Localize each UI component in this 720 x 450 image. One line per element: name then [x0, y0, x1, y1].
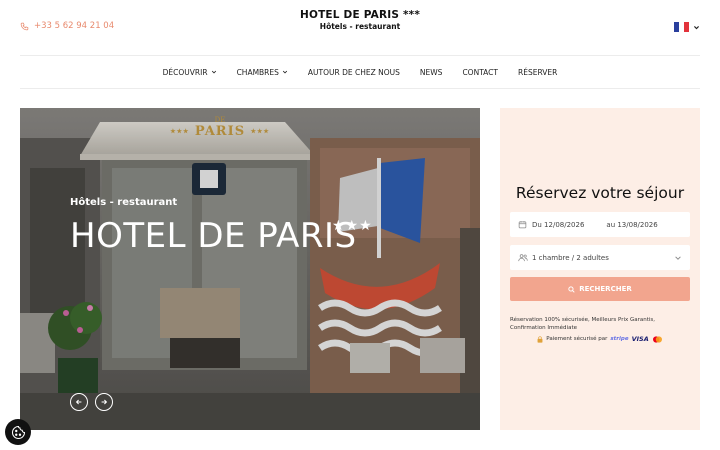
nav-item-autour[interactable]: AUTOUR DE CHEZ NOUS: [308, 68, 400, 77]
stripe-logo: stripe: [610, 336, 629, 342]
calendar-icon: [518, 221, 527, 229]
next-slide-button[interactable]: [95, 393, 113, 411]
nav-item-contact[interactable]: CONTACT: [462, 68, 498, 77]
prev-slide-button[interactable]: [70, 393, 88, 411]
nav-label: RÉSERVER: [518, 67, 558, 77]
search-button[interactable]: RECHERCHER: [510, 277, 690, 301]
secure-note: Réservation 100% sécurisée, Meilleurs Pr…: [510, 317, 656, 331]
main-nav: DÉCOUVRIR CHAMBRES AUTOUR DE CHEZ NOUS N…: [0, 56, 720, 88]
nav-item-news[interactable]: NEWS: [420, 68, 443, 77]
nav-label: AUTOUR DE CHEZ NOUS: [307, 67, 400, 77]
chevron-down-icon: [282, 70, 288, 74]
date-range-field[interactable]: Du 12/08/2026 au 13/08/2026: [510, 212, 690, 237]
people-icon: [518, 254, 528, 262]
sign-paris-text: PARIS: [194, 124, 246, 139]
nav-label: NEWS: [419, 67, 443, 77]
booking-title: Réservez votre séjour: [515, 184, 685, 202]
guests-value: 1 chambre / 2 adultes: [532, 253, 609, 262]
nav-item-reserver[interactable]: RÉSERVER: [518, 68, 557, 77]
nav-label: CONTACT: [462, 67, 499, 77]
fr-flag-icon: [674, 22, 689, 32]
mastercard-icon: [652, 335, 662, 343]
visa-logo: VISA: [631, 335, 649, 343]
arrow-left-icon: [75, 399, 82, 405]
brand-title: HOTEL DE PARIS ***: [299, 9, 421, 21]
date-from: Du 12/08/2026: [532, 220, 585, 229]
cookie-settings-button[interactable]: [5, 419, 31, 445]
date-to: au 13/08/2026: [606, 220, 658, 229]
sign-stars-left: ★★★: [170, 128, 190, 135]
hero-subtitle: Hôtels - restaurant: [70, 197, 178, 208]
hero-photo: [20, 108, 480, 430]
sign-stars-right: ★★★: [250, 128, 270, 135]
payment-info: Paiement sécurisé par stripe VISA: [500, 335, 700, 343]
lock-icon: [537, 335, 543, 343]
top-header: +33 5 62 94 21 04 HOTEL DE PARIS *** Hôt…: [0, 0, 720, 56]
search-icon: [568, 285, 575, 293]
brand-logo[interactable]: HOTEL DE PARIS *** Hôtels - restaurant: [0, 9, 720, 31]
guests-select[interactable]: 1 chambre / 2 adultes: [510, 245, 690, 270]
hero-title: HOTEL DE PARIS: [70, 216, 357, 256]
chevron-down-icon: [675, 256, 681, 260]
hero-stars: ★★★: [332, 218, 373, 234]
nav-item-decouvrir[interactable]: DÉCOUVRIR: [163, 68, 217, 77]
arrow-right-icon: [101, 399, 108, 405]
cookie-icon: [11, 425, 25, 439]
nav-label: CHAMBRES: [236, 67, 279, 77]
sign-paris: ★★★ PARIS ★★★: [140, 124, 300, 139]
booking-panel: Réservez votre séjour Du 12/08/2026 au 1…: [500, 108, 700, 430]
search-label: RECHERCHER: [579, 285, 632, 293]
payment-label: Paiement sécurisé par: [546, 336, 608, 342]
nav-label: DÉCOUVRIR: [162, 67, 208, 77]
chevron-down-icon: [694, 25, 699, 29]
chevron-down-icon: [211, 70, 216, 74]
hero-slider: DE ★★★ PARIS ★★★ Hôtels - restaurant HOT…: [20, 108, 480, 430]
sign-de: DE: [214, 116, 226, 124]
brand-subtitle: Hôtels - restaurant: [319, 22, 401, 31]
nav-divider: [20, 88, 700, 89]
language-selector[interactable]: [674, 22, 700, 32]
nav-item-chambres[interactable]: CHAMBRES: [237, 68, 288, 77]
